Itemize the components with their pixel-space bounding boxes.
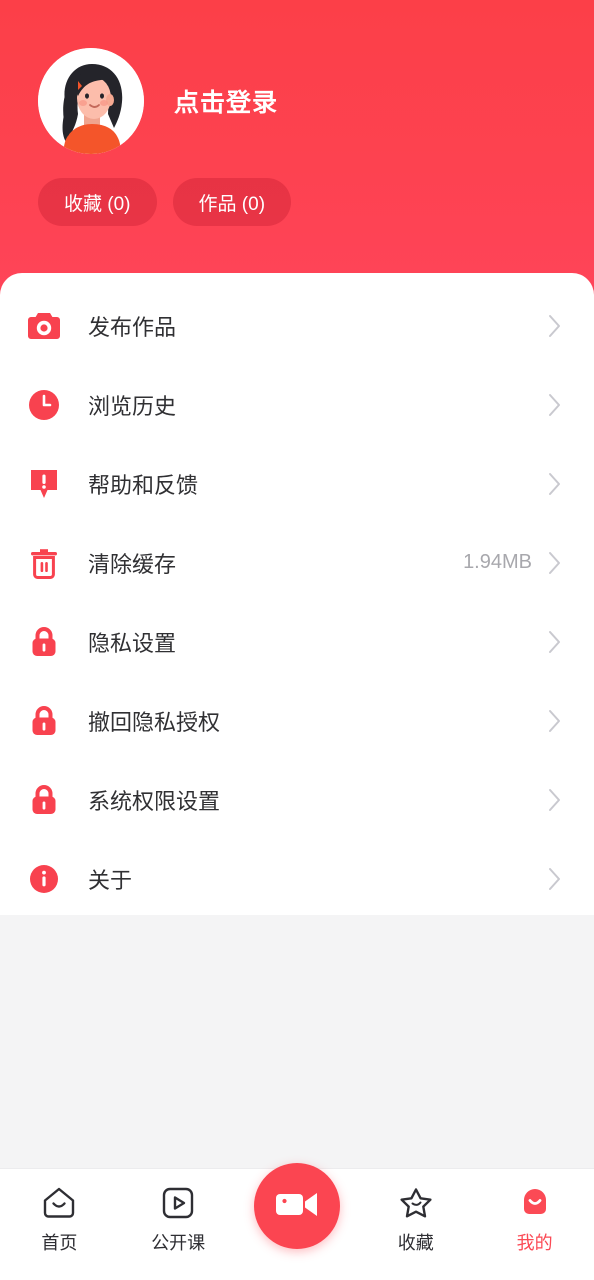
trash-icon — [22, 541, 66, 585]
menu-item-clear-cache[interactable]: 清除缓存 1.94MB — [0, 523, 594, 602]
favorites-count-pill[interactable]: 收藏 (0) — [38, 178, 157, 226]
app-screen: 点击登录 收藏 (0) 作品 (0) 发布作品 浏览历史 帮助和反馈 清除缓存 … — [0, 0, 594, 1280]
bottom-tab-bar: 首页 公开课 收藏 我的 — [0, 1163, 594, 1280]
menu-item-label: 浏览历史 — [88, 393, 177, 419]
menu-item-label: 关于 — [88, 867, 133, 893]
chevron-right-icon — [546, 785, 564, 815]
menu-item-label: 帮助和反馈 — [88, 472, 199, 498]
create-video-button[interactable] — [253, 1163, 340, 1249]
page-background-filler — [0, 915, 594, 1168]
chevron-right-icon — [546, 627, 564, 657]
clock-icon — [22, 383, 66, 427]
profile-login-row[interactable]: 点击登录 — [38, 48, 278, 154]
info-icon — [22, 857, 66, 901]
menu-item-privacy-settings[interactable]: 隐私设置 — [0, 602, 594, 681]
menu-item-about[interactable]: 关于 — [0, 839, 594, 918]
tab-label: 收藏 — [397, 1233, 434, 1253]
play-box-icon — [161, 1183, 195, 1223]
menu-item-label: 发布作品 — [88, 314, 177, 340]
lock-icon — [22, 778, 66, 822]
menu-item-browsing-history[interactable]: 浏览历史 — [0, 365, 594, 444]
camera-icon — [22, 304, 66, 348]
video-camera-icon — [275, 1188, 319, 1225]
menu-item-label: 清除缓存 — [88, 551, 177, 577]
tab-favorites[interactable]: 收藏 — [356, 1169, 475, 1280]
settings-card: 发布作品 浏览历史 帮助和反馈 清除缓存 1.94MB 隐私设置 撤回隐私授权 … — [0, 273, 594, 915]
menu-item-system-permission-settings[interactable]: 系统权限设置 — [0, 760, 594, 839]
menu-item-publish-work[interactable]: 发布作品 — [0, 286, 594, 365]
chevron-right-icon — [546, 311, 564, 341]
user-avatar-illustration — [38, 48, 144, 154]
tab-label: 公开课 — [151, 1233, 206, 1253]
menu-item-label: 系统权限设置 — [88, 788, 221, 814]
menu-item-label: 隐私设置 — [88, 630, 177, 656]
login-label[interactable]: 点击登录 — [174, 83, 278, 119]
chevron-right-icon — [546, 469, 564, 499]
tab-home[interactable]: 首页 — [0, 1169, 119, 1280]
home-icon — [41, 1183, 77, 1223]
chevron-right-icon — [546, 548, 564, 578]
profile-header: 点击登录 收藏 (0) 作品 (0) — [0, 0, 594, 300]
tab-label: 我的 — [516, 1233, 553, 1253]
star-icon — [398, 1183, 434, 1223]
chevron-right-icon — [546, 864, 564, 894]
works-count-pill[interactable]: 作品 (0) — [172, 178, 292, 226]
menu-item-help-feedback[interactable]: 帮助和反馈 — [0, 444, 594, 523]
tab-label: 首页 — [41, 1233, 78, 1253]
feedback-icon — [22, 462, 66, 506]
menu-item-label: 撤回隐私授权 — [88, 709, 221, 735]
profile-icon — [518, 1183, 552, 1223]
cache-size-value: 1.94MB — [463, 551, 532, 573]
avatar[interactable] — [38, 48, 144, 154]
lock-icon — [22, 699, 66, 743]
tab-profile[interactable]: 我的 — [475, 1169, 594, 1280]
menu-item-revoke-privacy-authorization[interactable]: 撤回隐私授权 — [0, 681, 594, 760]
tab-open-class[interactable]: 公开课 — [119, 1169, 238, 1280]
lock-icon — [22, 620, 66, 664]
settings-menu-list: 发布作品 浏览历史 帮助和反馈 清除缓存 1.94MB 隐私设置 撤回隐私授权 … — [0, 273, 594, 918]
chevron-right-icon — [546, 390, 564, 420]
stat-pills: 收藏 (0) 作品 (0) — [38, 178, 292, 226]
chevron-right-icon — [546, 706, 564, 736]
